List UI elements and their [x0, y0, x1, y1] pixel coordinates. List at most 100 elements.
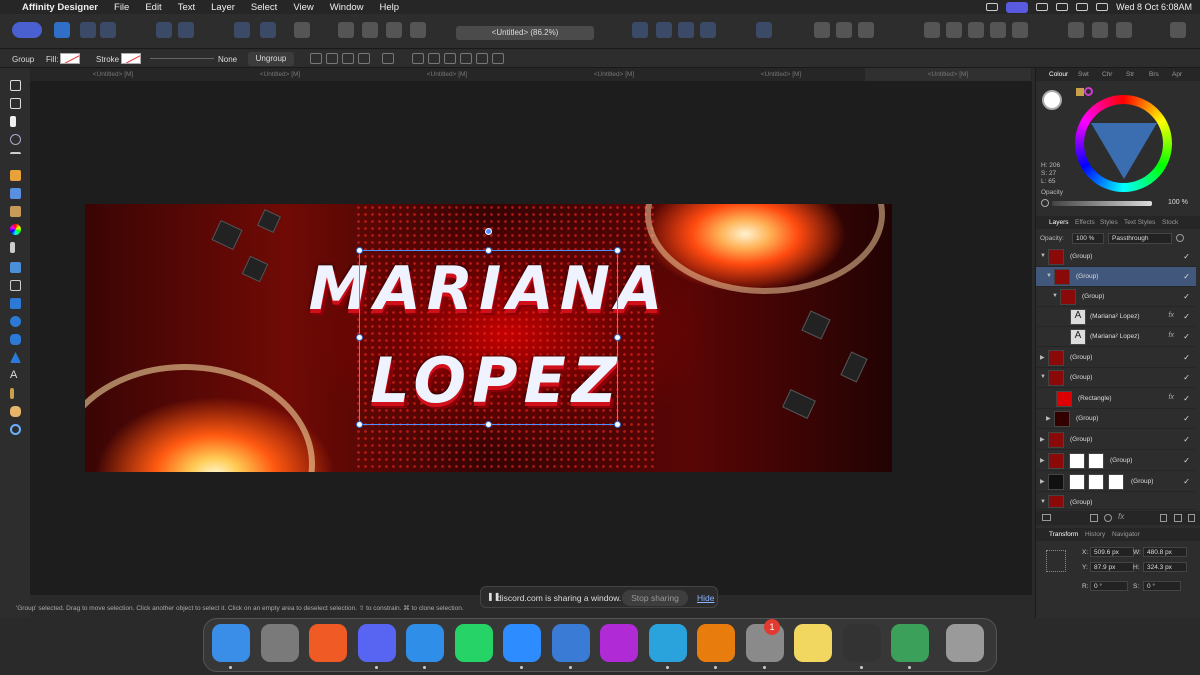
crop-tool-icon[interactable]	[10, 280, 21, 291]
expand-icon[interactable]: ▶	[1040, 436, 1045, 443]
color-picker-tool-icon[interactable]	[10, 388, 14, 399]
mask-layer-icon[interactable]	[1090, 514, 1098, 522]
adjustment-icon[interactable]	[1104, 514, 1112, 522]
fill-tool-icon[interactable]	[10, 224, 21, 235]
ungroup-button[interactable]: Ungroup	[248, 52, 294, 66]
delete-layer-icon[interactable]	[1188, 514, 1195, 522]
tab-transform[interactable]: Transform	[1049, 531, 1078, 538]
dock-zoom-icon[interactable]	[503, 624, 541, 662]
menu-file[interactable]: File	[114, 2, 129, 13]
ellipse-tool-icon[interactable]	[10, 316, 21, 327]
tab-history[interactable]: History	[1085, 531, 1105, 538]
place-image-tool-icon[interactable]	[10, 262, 21, 273]
dock-brave-icon[interactable]	[309, 624, 347, 662]
transparency-tool-icon[interactable]	[10, 242, 15, 253]
wifi-icon[interactable]	[1056, 3, 1069, 11]
resize-handle[interactable]	[485, 421, 492, 428]
record-icon[interactable]	[1036, 3, 1049, 11]
dock-notes-icon[interactable]	[794, 624, 832, 662]
resize-handle[interactable]	[614, 334, 621, 341]
layer-row[interactable]: ▶ (Group) ✓	[1036, 430, 1196, 450]
bounding-box-icon[interactable]	[382, 53, 394, 64]
menu-window[interactable]: Window	[330, 2, 364, 13]
fx-icon[interactable]: fx	[1118, 512, 1124, 521]
dock-trash-icon[interactable]	[945, 624, 984, 662]
dock-whatsapp-icon[interactable]	[454, 624, 493, 662]
no-colour-icon[interactable]	[1041, 199, 1049, 207]
expand-icon[interactable]: ▶	[1040, 354, 1045, 361]
dock-launchpad-icon[interactable]	[260, 624, 299, 662]
visibility-checkbox[interactable]: ✓	[1183, 353, 1190, 362]
resize-handle[interactable]	[356, 334, 363, 341]
boolean-divide-icon[interactable]	[410, 22, 426, 38]
layer-row[interactable]: ▼ (Group) ✓	[1036, 287, 1196, 307]
vector-brush-tool-icon[interactable]	[10, 206, 21, 217]
triangle-tool-icon[interactable]	[10, 352, 21, 363]
align-tool-icon[interactable]	[342, 53, 354, 64]
effects-icon[interactable]: fx	[1169, 394, 1174, 401]
visibility-checkbox[interactable]: ✓	[1183, 373, 1190, 382]
node-tool-icon[interactable]	[10, 116, 16, 127]
blend-mode-select[interactable]: Passthrough	[1108, 233, 1172, 244]
y-field[interactable]: 87.9 px	[1090, 562, 1134, 572]
zoom-status-icon[interactable]	[986, 3, 999, 11]
layer-row[interactable]: ▼ (Group) ✓	[1036, 368, 1196, 388]
menu-view[interactable]: View	[293, 2, 313, 13]
layer-row[interactable]: ▶ (Group) ✓	[1036, 472, 1196, 492]
dock-affinity-photo-icon[interactable]	[600, 624, 638, 662]
dock-finder-icon[interactable]	[212, 624, 250, 662]
snapping-icon[interactable]	[178, 22, 194, 38]
rotate-right-icon[interactable]	[700, 22, 716, 38]
dock-safari-icon[interactable]	[406, 624, 444, 662]
studio-icon[interactable]	[1012, 22, 1028, 38]
shear-field[interactable]: 0 °	[1143, 581, 1181, 591]
tab-swatches[interactable]: Swt	[1078, 71, 1089, 78]
transform-origin-icon[interactable]	[310, 53, 322, 64]
colour-triangle[interactable]	[1091, 123, 1157, 179]
tab-styles[interactable]: Styles	[1100, 219, 1118, 226]
align-right-icon[interactable]	[444, 53, 456, 64]
boolean-subtract-icon[interactable]	[362, 22, 378, 38]
arrange-icon[interactable]	[260, 22, 276, 38]
persona-switch-icon[interactable]	[12, 22, 42, 38]
expand-icon[interactable]: ▼	[1052, 293, 1058, 299]
resize-handle[interactable]	[485, 247, 492, 254]
boolean-intersect-icon[interactable]	[386, 22, 402, 38]
assistant-icon[interactable]	[156, 22, 172, 38]
cloud-sync-icon[interactable]	[1092, 22, 1108, 38]
view-icon[interactable]	[326, 53, 338, 64]
layout-icon[interactable]	[968, 22, 984, 38]
document-tab[interactable]: <Untitled> [M]	[531, 71, 697, 78]
tab-brushes[interactable]: Brs	[1149, 71, 1159, 78]
dock-discord-icon[interactable]	[357, 624, 396, 662]
menu-select[interactable]: Select	[251, 2, 277, 13]
dock-blender-icon[interactable]	[697, 624, 735, 662]
menu-edit[interactable]: Edit	[145, 2, 161, 13]
visibility-checkbox[interactable]: ✓	[1183, 252, 1190, 261]
expand-icon[interactable]: ▼	[1040, 499, 1046, 505]
visibility-checkbox[interactable]: ✓	[1183, 292, 1190, 301]
expand-icon[interactable]: ▶	[1040, 457, 1045, 464]
resize-handle[interactable]	[614, 247, 621, 254]
visibility-checkbox[interactable]: ✓	[1183, 272, 1190, 281]
fill-colour-swatch[interactable]	[1042, 90, 1062, 110]
tab-layers[interactable]: Layers	[1049, 219, 1069, 226]
selection-bounding-box[interactable]	[356, 228, 621, 428]
account-cloud-icon[interactable]	[1068, 22, 1084, 38]
add-layer-icon[interactable]	[1160, 514, 1167, 522]
dock-activity-monitor-icon[interactable]	[842, 624, 881, 662]
flip-vertical-icon[interactable]	[656, 22, 672, 38]
layer-row[interactable]: A (Mariana² Lopez) fx ✓	[1036, 327, 1196, 347]
move-tool-icon[interactable]	[10, 80, 21, 91]
pencil-tool-icon[interactable]	[10, 188, 21, 199]
align-bottom-icon[interactable]	[492, 53, 504, 64]
help-icon[interactable]	[1116, 22, 1132, 38]
pen-tool-icon[interactable]	[10, 170, 21, 181]
snap-grid-icon[interactable]	[836, 22, 852, 38]
resize-handle[interactable]	[614, 421, 621, 428]
layer-opacity-field[interactable]: 100 %	[1072, 233, 1104, 244]
align-icon[interactable]	[234, 22, 250, 38]
tab-effects[interactable]: Effects	[1075, 219, 1095, 226]
resize-handle[interactable]	[356, 247, 363, 254]
visibility-checkbox[interactable]: ✓	[1183, 435, 1190, 444]
